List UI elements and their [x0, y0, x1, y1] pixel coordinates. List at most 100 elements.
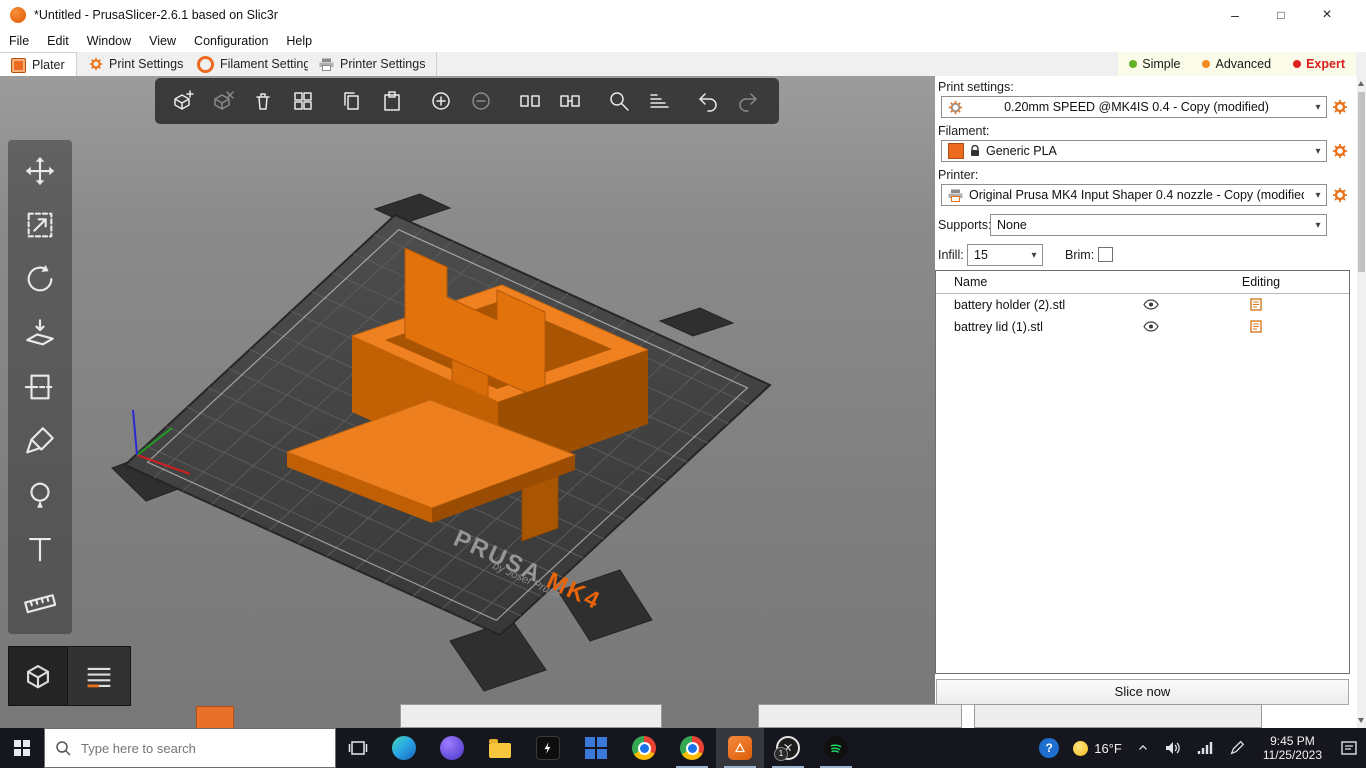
- undo-button[interactable]: [688, 80, 728, 122]
- chrome-taskbar-button[interactable]: [620, 728, 668, 768]
- cut-tool[interactable]: [8, 360, 72, 414]
- preview-view-button[interactable]: [67, 646, 131, 706]
- chrome-profile-taskbar-button[interactable]: [668, 728, 716, 768]
- seam-tool[interactable]: [8, 468, 72, 522]
- task-view-button[interactable]: [336, 728, 380, 768]
- split-to-objects-button[interactable]: [510, 80, 550, 122]
- scroll-down-arrow-icon[interactable]: [1358, 718, 1364, 723]
- search-input[interactable]: [79, 740, 303, 757]
- delete-all-button[interactable]: [243, 80, 283, 122]
- background-window-fragment[interactable]: [758, 704, 962, 728]
- edit-filament-preset-icon[interactable]: [1332, 143, 1348, 159]
- minimize-button[interactable]: –: [1212, 0, 1258, 30]
- blue-sphere-app-button[interactable]: [428, 728, 476, 768]
- place-on-face-tool[interactable]: [8, 306, 72, 360]
- remove-instance-button[interactable]: [461, 80, 501, 122]
- prusaslicer-logo-icon: [10, 7, 26, 23]
- object-row[interactable]: battery holder (2).stl: [936, 294, 1349, 316]
- eye-icon[interactable]: [1143, 321, 1159, 332]
- object-row[interactable]: battrey lid (1).stl: [936, 316, 1349, 338]
- menu-view[interactable]: View: [140, 30, 185, 52]
- split-to-parts-button[interactable]: [550, 80, 590, 122]
- 3d-viewport[interactable]: PRUSAMK4 by Josef Prusa: [0, 76, 935, 728]
- tray-overflow-button[interactable]: [1129, 728, 1157, 768]
- pen-button[interactable]: [1221, 728, 1253, 768]
- add-instance-button[interactable]: [421, 80, 461, 122]
- move-tool[interactable]: [8, 144, 72, 198]
- start-button[interactable]: [0, 728, 44, 768]
- mode-advanced[interactable]: Advanced: [1191, 52, 1282, 76]
- xbox-taskbar-button[interactable]: 1: [764, 728, 812, 768]
- filament-dropdown[interactable]: Generic PLA ▾: [941, 140, 1327, 162]
- paint-supports-tool[interactable]: [8, 414, 72, 468]
- scrollbar-thumb[interactable]: [1358, 92, 1365, 272]
- tab-printer-label: Printer Settings: [340, 57, 425, 71]
- add-object-button[interactable]: [163, 80, 203, 122]
- paste-button[interactable]: [372, 80, 412, 122]
- help-badge-button[interactable]: ?: [1032, 728, 1066, 768]
- slice-now-button[interactable]: Slice now: [936, 679, 1349, 705]
- background-window-fragment[interactable]: [400, 704, 662, 728]
- tab-plater[interactable]: Plater: [0, 52, 77, 77]
- variable-layer-height-button[interactable]: [639, 80, 679, 122]
- arrange-button[interactable]: [283, 80, 323, 122]
- title-bar: *Untitled - PrusaSlicer-2.6.1 based on S…: [0, 0, 1366, 30]
- weather-widget[interactable]: 16°F: [1066, 728, 1129, 768]
- measure-tool[interactable]: [8, 576, 72, 630]
- help-badge-icon: ?: [1039, 738, 1059, 758]
- menu-file[interactable]: File: [0, 30, 38, 52]
- blue-grid-app-button[interactable]: [572, 728, 620, 768]
- volume-button[interactable]: [1157, 728, 1189, 768]
- menu-edit[interactable]: Edit: [38, 30, 78, 52]
- system-tray: ? 16°F 9:45 PM 11/25/2023: [1032, 728, 1366, 768]
- close-button[interactable]: ×: [1304, 0, 1350, 30]
- tab-printer-settings[interactable]: Printer Settings: [308, 52, 437, 76]
- scale-tool[interactable]: [8, 198, 72, 252]
- screen: *Untitled - PrusaSlicer-2.6.1 based on S…: [0, 0, 1366, 768]
- tool-toolbar: [8, 140, 72, 634]
- expert-mode-dot-icon: [1293, 60, 1301, 68]
- edit-object-icon[interactable]: [1250, 298, 1262, 311]
- supports-dropdown[interactable]: None ▾: [990, 214, 1327, 236]
- lightning-app-button[interactable]: [524, 728, 572, 768]
- action-center-button[interactable]: [1332, 728, 1366, 768]
- spotify-taskbar-button[interactable]: [812, 728, 860, 768]
- menu-configuration[interactable]: Configuration: [185, 30, 277, 52]
- taskbar-clock[interactable]: 9:45 PM 11/25/2023: [1253, 734, 1332, 762]
- eye-icon[interactable]: [1143, 299, 1159, 310]
- tab-plater-label: Plater: [32, 58, 65, 72]
- tab-print-settings[interactable]: Print Settings: [78, 52, 195, 76]
- taskbar-search[interactable]: [44, 728, 336, 768]
- print-settings-dropdown[interactable]: 0.20mm SPEED @MK4IS 0.4 - Copy (modified…: [941, 96, 1327, 118]
- scroll-up-arrow-icon[interactable]: [1358, 81, 1364, 86]
- infill-dropdown[interactable]: 15 ▾: [967, 244, 1043, 266]
- edit-print-preset-icon[interactable]: [1332, 99, 1348, 115]
- mode-simple[interactable]: Simple: [1118, 52, 1191, 76]
- maximize-button[interactable]: □: [1258, 0, 1304, 30]
- mode-expert[interactable]: Expert: [1282, 52, 1356, 76]
- network-button[interactable]: [1189, 728, 1221, 768]
- file-explorer-button[interactable]: [476, 728, 524, 768]
- redo-button[interactable]: [728, 80, 768, 122]
- emboss-text-tool[interactable]: [8, 522, 72, 576]
- edit-printer-preset-icon[interactable]: [1332, 187, 1348, 203]
- xbox-badge: 1: [774, 747, 788, 761]
- brim-checkbox[interactable]: [1098, 247, 1113, 262]
- edit-object-icon[interactable]: [1250, 320, 1262, 333]
- background-window-fragment[interactable]: [974, 704, 1262, 728]
- prusaslicer-taskbar-button[interactable]: [716, 728, 764, 768]
- editor-view-button[interactable]: [8, 646, 68, 706]
- delete-object-button[interactable]: [203, 80, 243, 122]
- vertical-scrollbar[interactable]: [1357, 76, 1366, 728]
- copy-button[interactable]: [332, 80, 372, 122]
- background-window-fragment[interactable]: [196, 706, 234, 730]
- menu-window[interactable]: Window: [78, 30, 140, 52]
- printer-dropdown[interactable]: Original Prusa MK4 Input Shaper 0.4 nozz…: [941, 184, 1327, 206]
- mode-switcher: Simple Advanced Expert: [1118, 52, 1356, 76]
- rotate-tool[interactable]: [8, 252, 72, 306]
- edge-taskbar-button[interactable]: [380, 728, 428, 768]
- layers-icon: [82, 659, 116, 693]
- blue-grid-app-icon: [585, 737, 607, 759]
- search-objects-button[interactable]: [599, 80, 639, 122]
- menu-help[interactable]: Help: [277, 30, 321, 52]
